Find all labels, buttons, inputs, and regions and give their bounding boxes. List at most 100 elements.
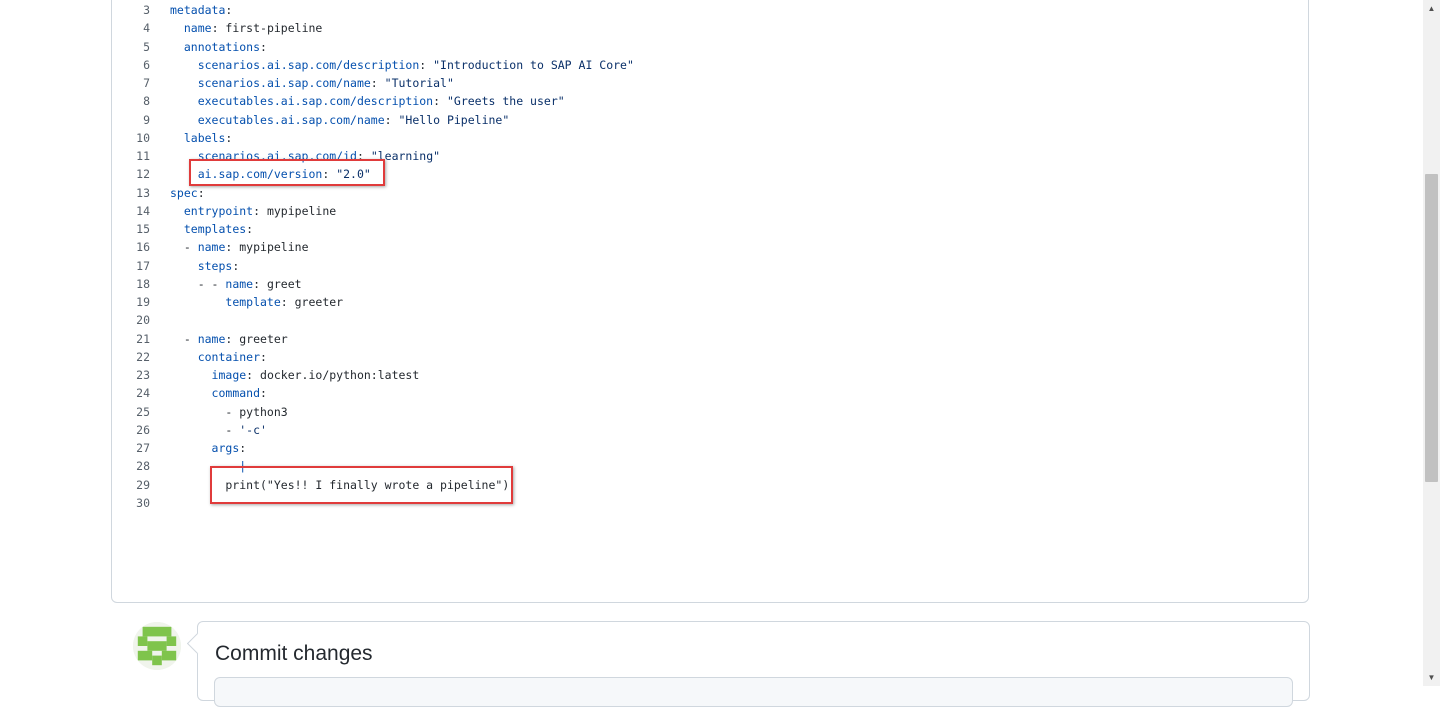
code-token: : <box>232 258 240 273</box>
code-token: : greeter <box>225 331 288 346</box>
code-token: container <box>197 349 261 364</box>
scrollbar-thumb[interactable] <box>1425 174 1438 482</box>
line-code: container: <box>170 348 267 366</box>
code-token: '-c' <box>239 422 267 437</box>
code-line[interactable]: 6 scenarios.ai.sap.com/description: "Int… <box>112 56 1212 74</box>
commit-message-input[interactable] <box>214 677 1293 707</box>
line-code: metadata: <box>170 1 232 19</box>
code-line[interactable]: 12 ai.sap.com/version: "2.0" <box>112 165 1212 183</box>
line-number: 29 <box>136 477 150 492</box>
line-code: - name: greeter <box>170 330 288 348</box>
code-token: name <box>197 331 226 346</box>
code-line[interactable]: 5 annotations: <box>112 38 1212 56</box>
code-token: "Hello Pipeline" <box>398 112 510 127</box>
code-line[interactable]: 11 scenarios.ai.sap.com/id: "learning" <box>112 147 1212 165</box>
line-code: executables.ai.sap.com/description: "Gre… <box>170 92 565 110</box>
code-line[interactable]: 30 <box>112 494 1212 512</box>
code-line[interactable]: 29 print("Yes!! I finally wrote a pipeli… <box>112 476 1212 494</box>
code-token: ai.sap.com/version <box>197 167 323 182</box>
code-line[interactable]: 28 - | <box>112 457 1212 475</box>
code-line[interactable]: 18 - - name: greet <box>112 275 1212 293</box>
line-code: scenarios.ai.sap.com/id: "learning" <box>170 147 440 165</box>
line-code: template: greeter <box>170 293 343 311</box>
code-token: : mypipeline <box>225 240 309 255</box>
code-line[interactable]: 9 executables.ai.sap.com/name: "Hello Pi… <box>112 111 1212 129</box>
code-line[interactable]: 17 steps: <box>112 257 1212 275</box>
code-token: "Tutorial" <box>384 76 454 90</box>
code-line[interactable]: 23 image: docker.io/python:latest <box>112 366 1212 384</box>
code-token: print("Yes!! I finally wrote a pipeline"… <box>170 477 510 492</box>
code-token: - - <box>170 276 226 291</box>
line-number: 17 <box>136 258 150 273</box>
code-token: : <box>260 386 267 401</box>
code-token: - <box>170 331 198 346</box>
line-code: steps: <box>170 257 240 275</box>
line-code: - | <box>170 457 246 475</box>
code-line[interactable]: 10 labels: <box>112 129 1212 147</box>
code-token: : first-pipeline <box>211 21 323 36</box>
code-line[interactable]: 13 spec: <box>112 184 1212 202</box>
code-token: : greet <box>253 276 302 291</box>
line-number: 9 <box>143 112 150 127</box>
code-token: : <box>384 112 399 127</box>
line-number: 6 <box>143 57 150 72</box>
code-token: name <box>197 240 226 255</box>
code-line[interactable]: 19 template: greeter <box>112 293 1212 311</box>
code-token: : <box>419 57 434 72</box>
code-token: scenarios.ai.sap.com/id <box>197 149 357 163</box>
line-number: 18 <box>136 276 150 291</box>
code-line[interactable]: 25 - python3 <box>112 403 1212 421</box>
line-number: 26 <box>136 422 150 437</box>
line-number: 12 <box>136 167 150 182</box>
code-line[interactable]: 4 name: first-pipeline <box>112 19 1212 37</box>
code-token: | <box>239 459 247 474</box>
code-line[interactable]: 14 entrypoint: mypipeline <box>112 202 1212 220</box>
code-token: image <box>211 368 247 382</box>
line-number: 23 <box>136 368 150 382</box>
line-code: annotations: <box>170 38 267 56</box>
line-number: 8 <box>143 94 150 109</box>
line-number: 15 <box>136 222 150 236</box>
code-token: spec <box>170 185 198 200</box>
line-code: image: docker.io/python:latest <box>170 366 420 384</box>
line-code: labels: <box>170 129 232 147</box>
scroll-down-icon[interactable]: ▼ <box>1423 669 1440 686</box>
code-token: metadata <box>170 3 226 17</box>
line-number: 16 <box>136 240 150 255</box>
line-code: name: first-pipeline <box>170 19 322 37</box>
code-line[interactable]: 26 - '-c' <box>112 421 1212 439</box>
line-number: 30 <box>136 495 150 510</box>
code-line[interactable]: 15 templates: <box>112 220 1212 238</box>
line-code: print("Yes!! I finally wrote a pipeline"… <box>170 476 509 494</box>
code-line[interactable]: 16 - name: mypipeline <box>112 238 1212 256</box>
line-number: 14 <box>136 203 150 218</box>
line-number: 22 <box>136 349 150 364</box>
line-number: 20 <box>136 313 150 328</box>
code-line[interactable]: 21 - name: greeter <box>112 330 1212 348</box>
line-number: 4 <box>143 21 150 36</box>
code-token: : mypipeline <box>253 203 337 218</box>
line-number: 10 <box>136 130 150 145</box>
code-line[interactable]: 3 metadata: <box>112 1 1212 19</box>
code-line[interactable]: 22 container: <box>112 348 1212 366</box>
code-token: : <box>239 441 247 455</box>
code-token: command <box>211 386 261 401</box>
code-token: : <box>370 76 385 90</box>
code-token: executables.ai.sap.com/name <box>197 112 385 127</box>
code-line[interactable]: 27 args: <box>112 439 1212 457</box>
code-line[interactable]: 24 command: <box>112 384 1212 402</box>
code-line[interactable]: 20 <box>112 311 1212 329</box>
line-number: 3 <box>143 3 150 17</box>
code-line[interactable]: 7 scenarios.ai.sap.com/name: "Tutorial" <box>112 74 1212 92</box>
page-scrollbar[interactable]: ▲ ▼ <box>1423 0 1440 686</box>
code-token: name <box>225 276 254 291</box>
code-line[interactable]: 8 executables.ai.sap.com/description: "G… <box>112 92 1212 110</box>
line-code: - '-c' <box>170 421 267 439</box>
scroll-up-icon[interactable]: ▲ <box>1423 0 1440 17</box>
code-token: : <box>322 167 337 182</box>
code-editor[interactable]: 3 metadata: 4 name: first-pipeline 5 annota… <box>111 0 1309 603</box>
